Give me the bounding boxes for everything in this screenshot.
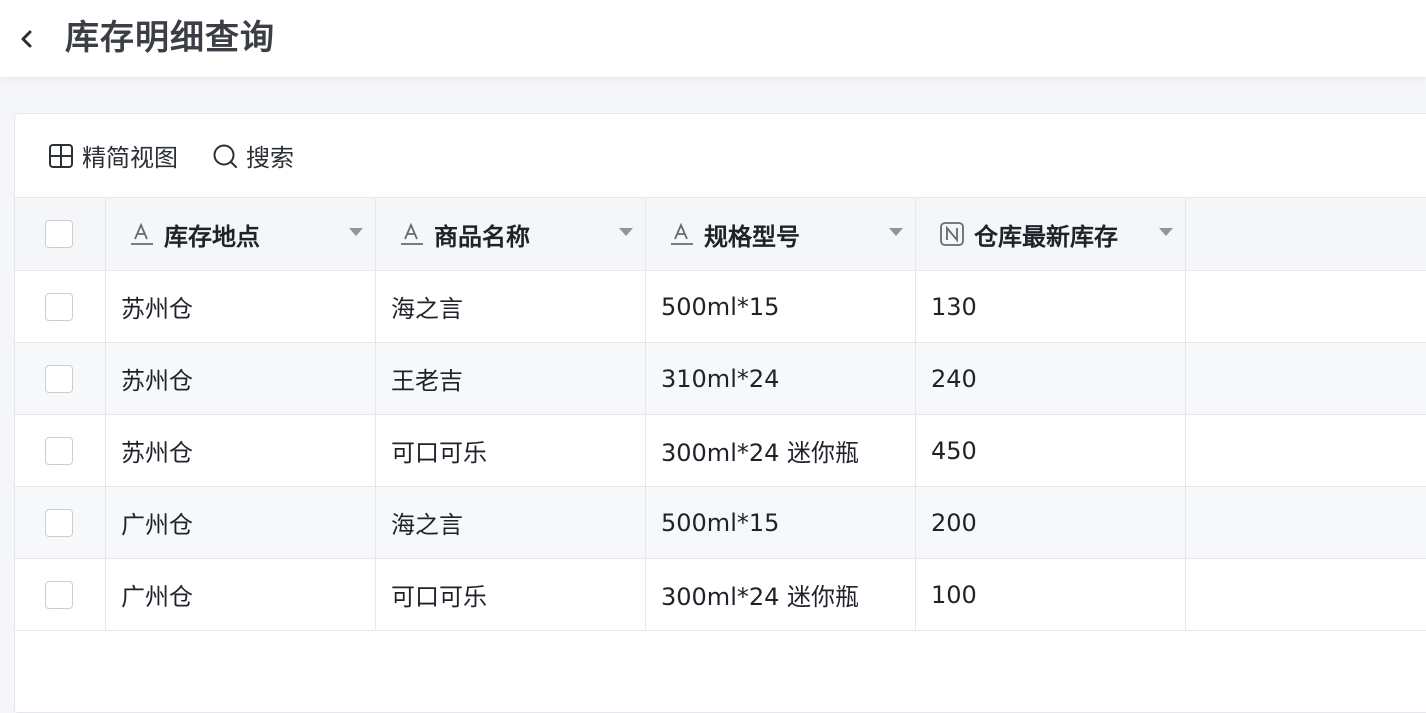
text-field-icon [668,220,696,248]
header-checkbox-cell [15,198,106,270]
page-title: 库存明细查询 [65,18,275,58]
cell-latest-stock[interactable]: 200 [916,487,1186,558]
row-checkbox-cell [15,559,106,630]
search-button[interactable]: 搜索 [212,136,294,176]
cell-product-name[interactable]: 可口可乐 [376,415,646,486]
toolbar: 精简视图 搜索 [15,114,1426,197]
row-checkbox-cell [15,415,106,486]
text-field-icon [128,220,156,248]
row-empty-cell [1186,559,1426,630]
caret-down-icon[interactable] [1159,228,1173,236]
inventory-table: 库存地点 商品名称 规格型号 仓库最新库存 苏州仓 海之言 500ml*15 1… [15,197,1426,631]
table-row[interactable]: 苏州仓 海之言 500ml*15 130 [15,271,1426,343]
cell-spec[interactable]: 300ml*24 迷你瓶 [646,559,916,630]
compact-view-button[interactable]: 精简视图 [48,136,178,176]
cell-product-name[interactable]: 王老吉 [376,343,646,414]
cell-location[interactable]: 广州仓 [106,559,376,630]
cell-product-name[interactable]: 海之言 [376,271,646,342]
table-row[interactable]: 广州仓 可口可乐 300ml*24 迷你瓶 100 [15,559,1426,631]
row-checkbox[interactable] [45,436,73,465]
column-header-location[interactable]: 库存地点 [106,198,376,270]
text-field-icon [398,220,426,248]
cell-latest-stock[interactable]: 100 [916,559,1186,630]
cell-latest-stock[interactable]: 450 [916,415,1186,486]
row-checkbox[interactable] [45,292,73,321]
cell-spec[interactable]: 500ml*15 [646,487,916,558]
caret-down-icon[interactable] [889,228,903,236]
cell-location[interactable]: 苏州仓 [106,343,376,414]
select-all-checkbox[interactable] [45,220,73,248]
table-header-row: 库存地点 商品名称 规格型号 仓库最新库存 [15,198,1426,271]
caret-down-icon[interactable] [349,228,363,236]
row-empty-cell [1186,271,1426,342]
column-header-label: 商品名称 [434,222,530,251]
row-checkbox-cell [15,271,106,342]
column-header-spec[interactable]: 规格型号 [646,198,916,270]
row-checkbox[interactable] [45,364,73,393]
cell-spec[interactable]: 300ml*24 迷你瓶 [646,415,916,486]
cell-product-name[interactable]: 可口可乐 [376,559,646,630]
compact-view-label: 精简视图 [82,144,178,172]
table-card: 精简视图 搜索 库存地点 商品名称 规格型号 仓库最新库存 苏州仓 海之言 50… [14,113,1426,713]
row-checkbox-cell [15,487,106,558]
caret-down-icon[interactable] [619,228,633,236]
search-icon [212,143,238,169]
cell-spec[interactable]: 310ml*24 [646,343,916,414]
search-label: 搜索 [246,144,294,172]
column-header-latest-stock[interactable]: 仓库最新库存 [916,198,1186,270]
number-field-icon [938,220,966,248]
column-header-label: 库存地点 [164,222,260,251]
table-row[interactable]: 广州仓 海之言 500ml*15 200 [15,487,1426,559]
cell-spec[interactable]: 500ml*15 [646,271,916,342]
cell-location[interactable]: 广州仓 [106,487,376,558]
column-header-label: 仓库最新库存 [974,222,1118,251]
cell-product-name[interactable]: 海之言 [376,487,646,558]
grid-icon [48,143,74,169]
column-header-label: 规格型号 [704,222,800,251]
row-empty-cell [1186,343,1426,414]
column-header-product-name[interactable]: 商品名称 [376,198,646,270]
cell-location[interactable]: 苏州仓 [106,271,376,342]
table-row[interactable]: 苏州仓 可口可乐 300ml*24 迷你瓶 450 [15,415,1426,487]
row-empty-cell [1186,487,1426,558]
table-row[interactable]: 苏州仓 王老吉 310ml*24 240 [15,343,1426,415]
row-checkbox[interactable] [45,508,73,537]
header-empty-cell [1186,198,1426,270]
cell-latest-stock[interactable]: 130 [916,271,1186,342]
row-checkbox-cell [15,343,106,414]
back-button[interactable] [14,24,40,54]
chevron-left-icon [21,30,32,48]
row-empty-cell [1186,415,1426,486]
row-checkbox[interactable] [45,580,73,609]
page-header: 库存明细查询 [0,0,1426,77]
cell-location[interactable]: 苏州仓 [106,415,376,486]
cell-latest-stock[interactable]: 240 [916,343,1186,414]
